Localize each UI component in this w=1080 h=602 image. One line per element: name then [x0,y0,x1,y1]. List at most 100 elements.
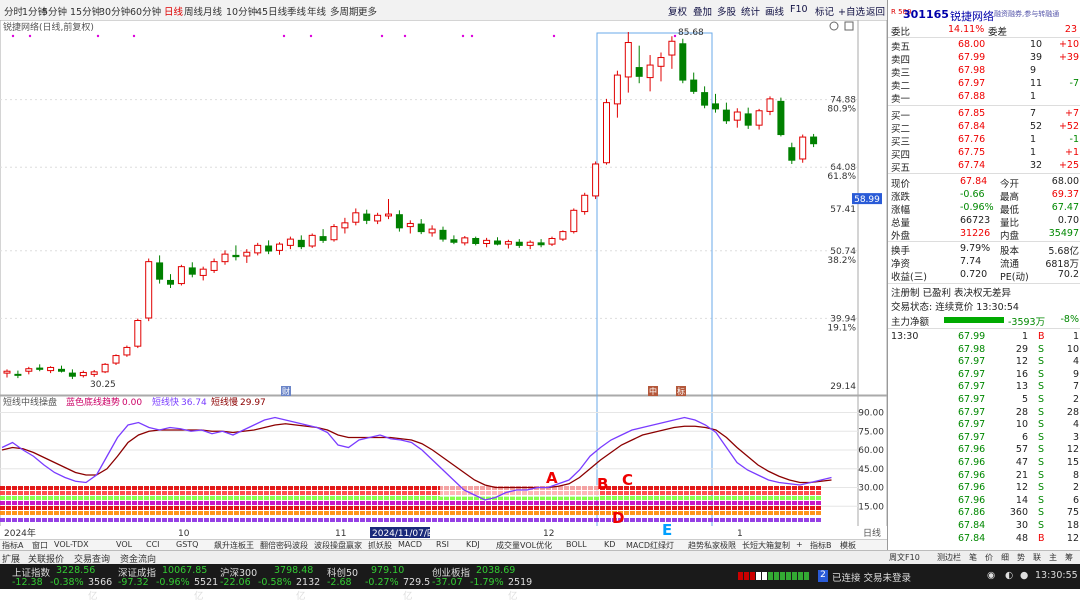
bid-row[interactable]: 买二 67.84 52 +52 [888,121,1080,135]
signal-block [498,506,503,510]
indicator-tab[interactable]: VOL-TDX [54,540,89,549]
signal-block [78,496,83,500]
indicator-tab[interactable]: RSI [436,540,449,549]
indicator-level-label: 60.00 [858,446,884,456]
ask-row[interactable]: 卖五 68.00 10 +10 [888,39,1080,53]
side-tab[interactable]: 测边栏 [937,552,961,563]
signal-block [768,491,773,495]
signal-block [660,496,665,500]
signal-block [816,501,821,505]
signal-block [132,486,137,490]
ask-row[interactable]: 卖二 67.97 11 -7 [888,78,1080,92]
indicator-tab[interactable]: VOL [116,540,132,549]
side-tab[interactable]: 筹 [1065,552,1073,563]
signal-block [390,501,395,505]
side-tab[interactable]: 笔 [969,552,977,563]
side-tab[interactable]: 周文F10 [889,552,920,563]
signal-block [528,501,533,505]
toolbar-button[interactable]: 标记 [815,4,834,18]
bid-row[interactable]: 买五 67.74 32 +25 [888,160,1080,174]
toolbar-button[interactable]: 叠加 [693,4,712,18]
period-tab[interactable]: 10分钟 [226,4,257,18]
side-tab[interactable]: 价 [985,552,993,563]
signal-block [720,511,725,515]
bid-row[interactable]: 买四 67.75 1 +1 [888,147,1080,161]
signal-block [384,491,389,495]
index-quote[interactable]: 创业板指 2038.69 -37.07 -1.79% 2519亿 [432,564,537,602]
indicator-tab[interactable]: BOLL [566,540,587,549]
signal-block [192,496,197,500]
side-tab[interactable]: 主 [1049,552,1057,563]
indicator-tab[interactable]: + [796,540,803,549]
ask-row[interactable]: 卖一 67.88 1 [888,91,1080,105]
kline-chart-svg[interactable]: 锐捷网络(日线,前复权)74.8880.9%64.0861.8%57.4150.… [0,19,888,550]
signal-block [222,518,227,522]
signal-block [360,491,365,495]
signal-block [732,491,737,495]
signal-block [132,518,137,522]
toolbar-button[interactable]: 多股 [717,4,736,18]
side-tab[interactable]: 联 [1033,552,1041,563]
indicator-tab[interactable]: MACD [398,540,422,549]
period-tab[interactable]: 45日线 [256,4,287,18]
bid-price: 67.76 [958,134,986,145]
tick-side: S [1038,356,1045,368]
signal-block [600,518,605,522]
reg-text: 注册制 已盈利 表决权无差异 [891,288,1012,299]
side-tab[interactable]: 细 [1001,552,1009,563]
side-tab[interactable]: 势 [1017,552,1025,563]
period-tab[interactable]: 多周期 [330,4,359,18]
period-tab[interactable]: 分时 [4,4,23,18]
period-tab[interactable]: 15分钟 [70,4,101,18]
bid-row[interactable]: 买三 67.76 1 -1 [888,134,1080,148]
indicator-tab[interactable]: KD [604,540,615,549]
period-tab[interactable]: 日线 [164,4,183,18]
period-tab[interactable]: 年线 [307,4,326,18]
signal-block [612,486,617,490]
toolbar-button[interactable]: 返回 [866,4,885,18]
signal-block [276,501,281,505]
toolbar-button[interactable]: +自选 [838,4,865,18]
indicator-tab[interactable]: GSTQ [176,540,198,549]
signal-block [144,491,149,495]
index-quote[interactable]: 科创50 979.10 -2.68 -0.27% 729.5亿 [327,564,432,602]
toolbar-button[interactable]: 统计 [741,4,760,18]
period-tab[interactable]: 更多 [358,4,377,18]
signal-block [612,501,617,505]
bid-row[interactable]: 买一 67.85 7 +7 [888,108,1080,122]
signal-block [744,501,749,505]
toolbar-button[interactable]: F10 [790,4,808,15]
tick-row: 67.96 21 S 8 [888,470,1080,483]
period-tab[interactable]: 周线 [184,4,203,18]
ask-row[interactable]: 卖三 67.98 9 [888,65,1080,79]
period-tab[interactable]: 5分钟 [42,4,67,18]
signal-block [6,496,11,500]
indicator-tab[interactable]: KDJ [466,540,480,549]
index-quote[interactable]: 沪深300 3798.48 -22.06 -0.58% 2132亿 [220,564,325,602]
index-quote[interactable]: 上证指数 3228.56 -12.38 -0.38% 3566亿 [12,564,117,602]
index-value: 3798.48 [274,565,314,576]
signal-block [150,501,155,505]
index-change: -37.07 [432,577,463,588]
signal-block [510,506,515,510]
period-tab[interactable]: 30分钟 [99,4,130,18]
signal-block [54,501,59,505]
index-quote[interactable]: 深证成指 10067.85 -97.32 -0.96% 5521亿 [118,564,223,602]
chat-icon[interactable]: ◉ [987,570,995,581]
toolbar-button[interactable]: 复权 [668,4,687,18]
tick-count: 3 [1072,431,1079,443]
period-tab[interactable]: 季线 [287,4,306,18]
period-tab[interactable]: 60分钟 [130,4,161,18]
volume-icon[interactable]: ◐ [1005,570,1013,581]
period-tab[interactable]: 月线 [203,4,222,18]
indicator-tab[interactable]: CCI [146,540,160,549]
signal-block [174,518,179,522]
signal-block [156,518,161,522]
toolbar-button[interactable]: 画线 [765,4,784,18]
signal-block [552,518,557,522]
user-icon[interactable]: ● [1020,570,1028,581]
signal-block [312,486,317,490]
signal-block [132,496,137,500]
ask-row[interactable]: 卖四 67.99 39 +39 [888,52,1080,66]
kline-chart-area[interactable]: 锐捷网络(日线,前复权) 74.88 80.9% 64.08 61.8% 57.41 50.… [0,19,888,551]
